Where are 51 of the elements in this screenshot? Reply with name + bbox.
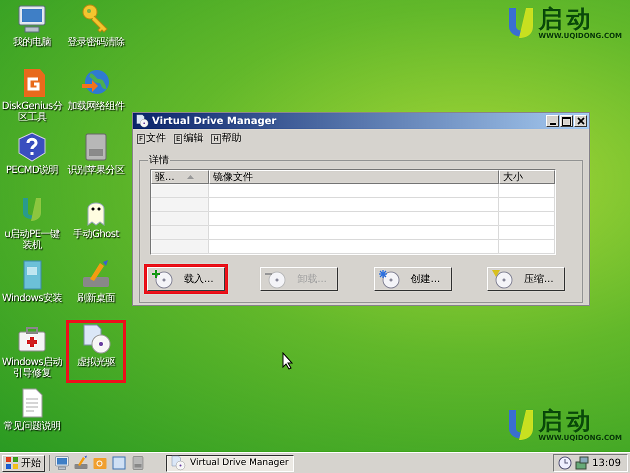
desktop-icon-label[interactable]: 登录密码清除 — [68, 37, 124, 48]
table-cell — [499, 212, 555, 226]
desktop-icon-label[interactable]: 我的电脑 — [13, 37, 51, 48]
action-button[interactable]: 载入... — [147, 267, 225, 291]
close-icon — [576, 117, 584, 125]
disc-minus-icon — [265, 269, 288, 289]
network-icon — [575, 456, 590, 470]
brush-icon — [73, 455, 89, 471]
column-header[interactable]: 驱... — [151, 170, 209, 184]
window-title: Virtual Drive Manager — [152, 116, 276, 126]
start-button[interactable]: 开始 — [2, 454, 45, 472]
logo-text: 启动 — [538, 408, 594, 434]
action-button[interactable]: 创建... — [374, 267, 452, 291]
windows-logo-icon — [6, 457, 18, 469]
help-icon — [16, 131, 48, 163]
computer-icon — [54, 455, 70, 471]
desktop-icon-label[interactable]: 识别苹果分区 — [68, 165, 124, 176]
desktop-icon-label[interactable]: 虚拟光驱 — [77, 357, 115, 368]
disc-plus-icon — [152, 269, 174, 289]
mouse-cursor-icon — [282, 352, 294, 370]
column-header[interactable]: 大小 — [499, 170, 555, 184]
maximize-button[interactable] — [560, 115, 573, 127]
desktop-icon-label[interactable]: 手动Ghost — [73, 229, 119, 240]
table-cell — [499, 184, 555, 198]
table-cell — [499, 226, 555, 240]
minimize-button[interactable] — [546, 115, 559, 127]
disc-funnel-icon — [492, 269, 514, 289]
maximize-icon — [562, 116, 571, 126]
action-button[interactable]: 压缩... — [486, 267, 565, 291]
table-cell — [499, 240, 555, 254]
group-label: 详情 — [148, 154, 170, 167]
table-cell — [499, 198, 555, 212]
frame-icon — [111, 455, 127, 471]
desktop-icon-label[interactable]: u启动PE一键装机 — [0, 229, 64, 251]
disc-star-icon — [378, 269, 401, 289]
desktop-icon-label[interactable]: 加载网络组件 — [68, 101, 124, 112]
hard-drive-icon — [130, 455, 146, 471]
close-button[interactable] — [574, 115, 587, 127]
disc-icon — [135, 114, 149, 128]
desktop-icon-label[interactable]: Windows启动引导修复 — [0, 357, 64, 379]
desktop-icon-label[interactable]: DiskGenius分区工具 — [0, 101, 64, 123]
desktop-icon-label[interactable]: 常见问题说明 — [4, 421, 60, 432]
logo-text: 启动 — [538, 6, 594, 32]
clock-icon — [558, 456, 572, 470]
column-header[interactable]: 镜像文件 — [209, 170, 499, 184]
taskbar-button[interactable]: Virtual Drive Manager — [166, 454, 294, 472]
computer-icon — [16, 3, 48, 35]
clock-time: 13:09 — [592, 458, 621, 468]
desktop-icon-label[interactable]: 刷新桌面 — [77, 293, 115, 304]
desktop-icon-label[interactable]: PECMD说明 — [6, 165, 58, 176]
desktop-icon-label[interactable]: Windows安装 — [2, 293, 62, 304]
